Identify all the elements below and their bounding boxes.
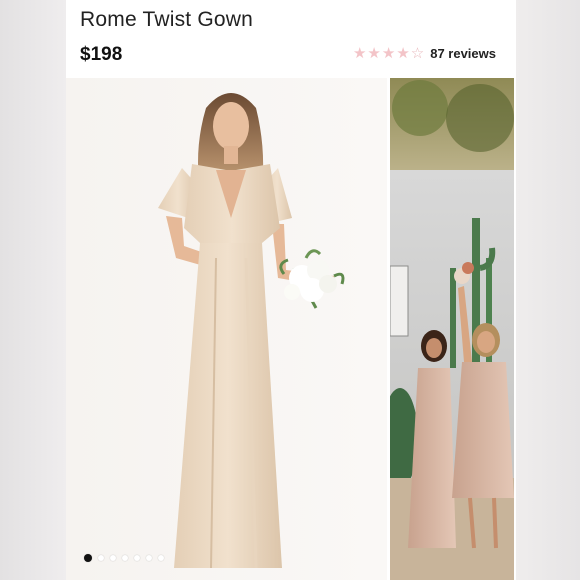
carousel-dot[interactable] xyxy=(98,555,104,561)
star-icon: ★ xyxy=(396,45,410,62)
carousel-dot[interactable] xyxy=(84,554,92,562)
star-outline-icon: ☆ xyxy=(410,45,425,62)
star-icon: ★ xyxy=(352,45,367,62)
star-icon: ★ xyxy=(381,45,396,62)
rating-summary[interactable]: ★ ★ ★ ★ ☆ 87 reviews xyxy=(353,46,496,61)
product-card: Rome Twist Gown $198 ★ ★ ★ ★ ☆ 87 review… xyxy=(66,0,516,580)
carousel-dot[interactable] xyxy=(158,555,164,561)
main-product-image[interactable] xyxy=(66,78,387,580)
right-background xyxy=(516,0,580,580)
product-price: $198 xyxy=(80,44,123,65)
reviews-link[interactable]: 87 reviews xyxy=(430,46,496,61)
left-background xyxy=(0,0,66,580)
star-rating: ★ ★ ★ ★ ☆ xyxy=(353,46,424,61)
bridesmaids-photo-illustration xyxy=(390,78,514,580)
secondary-product-image[interactable] xyxy=(390,78,514,580)
carousel-dot[interactable] xyxy=(134,555,140,561)
carousel-dots xyxy=(84,554,164,562)
star-icon: ★ xyxy=(367,45,381,62)
carousel-dot[interactable] xyxy=(122,555,128,561)
carousel-dot[interactable] xyxy=(110,555,116,561)
carousel-dot[interactable] xyxy=(146,555,152,561)
product-title: Rome Twist Gown xyxy=(80,8,253,31)
model-dress-illustration xyxy=(66,78,387,580)
